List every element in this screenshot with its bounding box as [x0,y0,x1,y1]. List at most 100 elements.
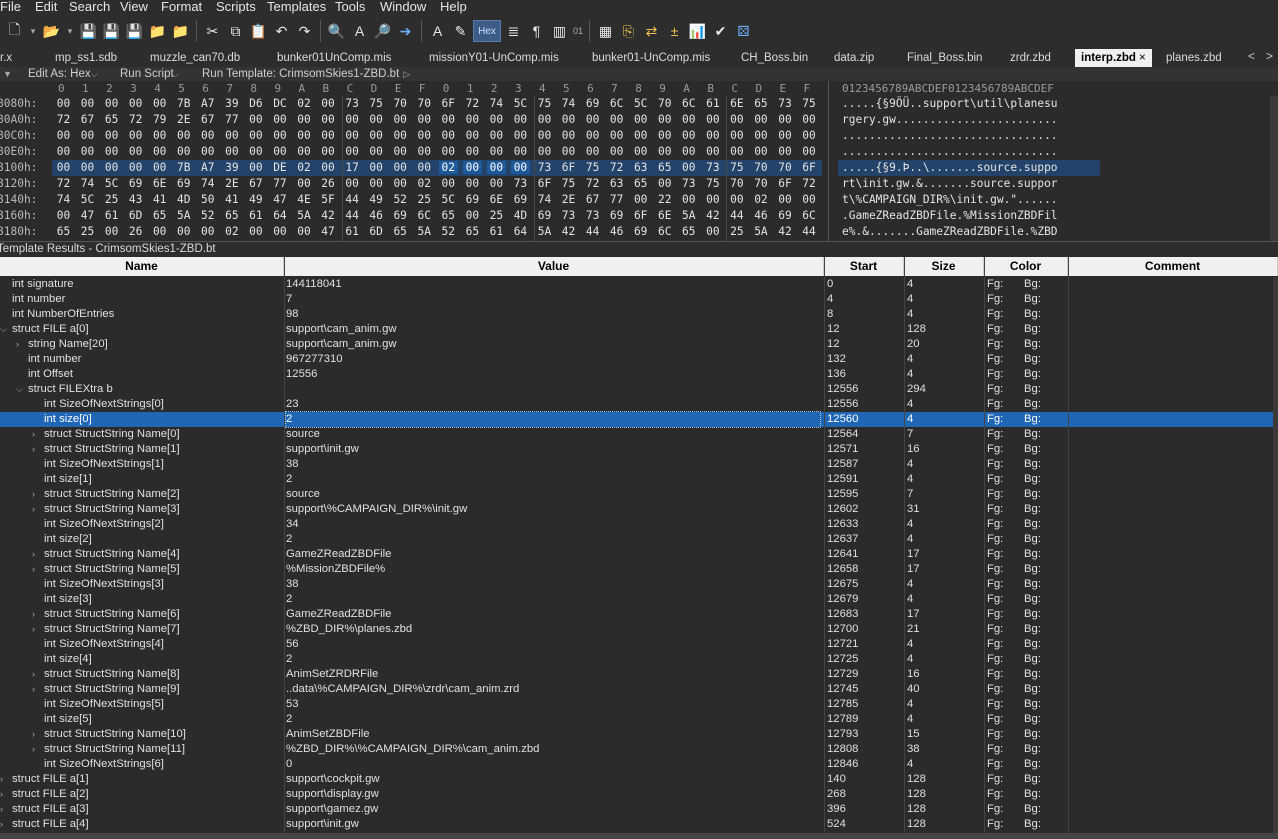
hex-byte[interactable]: 00 [727,113,746,126]
hex-byte[interactable]: 52 [439,225,458,238]
tab-item[interactable]: CH_Boss.bin [741,49,808,67]
hex-byte[interactable]: 00 [679,113,698,126]
hex-byte[interactable]: 00 [54,129,73,142]
workspace-icon[interactable]: 📁 [170,20,191,42]
hex-byte[interactable]: 25 [415,193,434,206]
hex-byte[interactable]: 00 [319,113,338,126]
hex-byte[interactable]: 61 [703,97,722,110]
hex-byte[interactable]: 00 [631,193,650,206]
hex-byte[interactable]: 73 [703,161,722,174]
edit-as-button[interactable]: Edit As: Hex [28,68,91,80]
hex-byte[interactable]: 47 [270,193,289,206]
hex-byte[interactable]: 00 [78,145,97,158]
hex-byte[interactable]: 00 [703,225,722,238]
template-icon[interactable]: ✔ [710,20,731,42]
hex-byte[interactable]: 00 [222,145,241,158]
hex-byte[interactable]: 4D [511,209,530,222]
hex-byte[interactable]: 00 [367,161,386,174]
hex-byte[interactable]: 00 [535,113,554,126]
swap-icon[interactable]: ⇄ [641,20,662,42]
hex-byte[interactable]: 00 [655,129,674,142]
hex-byte[interactable]: 73 [535,161,554,174]
table-row[interactable]: › struct StructString Name[0] source 12564 7… [0,427,1278,442]
hex-byte[interactable]: 65 [631,177,650,190]
chevron-right-icon[interactable]: › [32,442,42,457]
hex-byte[interactable]: 02 [438,161,458,174]
tab-item[interactable]: missionY01-UnComp.mis [429,49,559,67]
hex-byte[interactable]: 25 [487,209,506,222]
hex-byte[interactable]: 5A [415,225,434,238]
hex-byte[interactable]: 6F [535,177,554,190]
hex-byte[interactable]: 00 [319,161,338,174]
hex-byte[interactable]: 79 [150,113,169,126]
hex-byte[interactable]: 00 [391,161,410,174]
hex-byte[interactable]: 00 [295,177,314,190]
hex-byte[interactable]: 02 [415,177,434,190]
hex-byte[interactable]: 70 [727,177,746,190]
hex-byte[interactable]: 64 [270,209,289,222]
table-row[interactable]: int size[1] 2 12591 4 Fg: Bg: [0,472,1278,487]
hex-byte[interactable]: 00 [487,129,506,142]
menu-scripts[interactable]: Scripts [216,0,264,14]
hex-byte[interactable]: 73 [679,177,698,190]
hex-byte[interactable]: 6C [679,97,698,110]
hex-row[interactable]: 8140h: 74 5C 25 43 41 4D 50 41 49 47 4E 5F 44 49 52 25 5C… [0,192,1278,208]
hex-byte[interactable]: 69 [391,209,410,222]
redo-icon[interactable]: ↷ [294,20,315,42]
hex-byte[interactable]: D6 [246,97,265,110]
chevron-right-icon[interactable]: › [32,607,42,622]
hex-byte[interactable]: 00 [198,129,217,142]
hex-byte[interactable]: 5C [631,97,650,110]
paste-icon[interactable]: 📋 [248,20,269,42]
hex-byte[interactable]: 00 [462,161,482,174]
hex-byte[interactable]: 67 [583,193,602,206]
word-wrap-icon[interactable]: ≣ [503,20,524,42]
hex-byte[interactable]: 00 [150,161,169,174]
hex-byte[interactable]: 2E [222,177,241,190]
hex-byte[interactable]: 5A [295,209,314,222]
chevron-right-icon[interactable]: › [32,727,42,742]
template-results-table[interactable]: int signature 144118041 0 4 Fg: Bg: int number… [0,277,1278,833]
table-row[interactable]: int SizeOfNextStrings[6] 0 12846 4 Fg: Bg: [0,757,1278,772]
chevron-right-icon[interactable]: › [32,622,42,637]
hex-byte[interactable]: 00 [367,129,386,142]
hex-byte[interactable]: 6E [487,193,506,206]
hex-byte[interactable]: 00 [174,129,193,142]
hex-byte[interactable]: 00 [800,129,819,142]
menu-view[interactable]: View [120,0,156,14]
hex-byte[interactable]: 00 [679,193,698,206]
hex-byte[interactable]: 42 [559,225,578,238]
chevron-right-icon[interactable]: › [32,562,42,577]
hex-byte[interactable]: 5A [751,225,770,238]
open-dropdown-icon[interactable]: ▾ [64,20,76,42]
chevron-right-icon[interactable]: › [0,772,10,787]
hex-byte[interactable]: 61 [102,209,121,222]
hex-byte[interactable]: 44 [727,209,746,222]
hex-byte[interactable]: 74 [78,177,97,190]
hex-byte[interactable]: 00 [463,177,482,190]
hex-byte[interactable]: 5C [78,193,97,206]
chevron-right-icon[interactable]: › [0,787,10,802]
hex-byte[interactable]: 00 [54,161,73,174]
table-row[interactable]: ⌵ struct FILE a[0] support\cam_anim.gw 12 12… [0,322,1278,337]
hex-byte[interactable]: 00 [126,97,145,110]
hex-byte[interactable]: 00 [703,145,722,158]
hex-byte[interactable]: 72 [126,113,145,126]
hex-byte[interactable]: 00 [367,113,386,126]
table-row[interactable]: › string Name[20] support\cam_anim.gw 12 20 F… [0,337,1278,352]
chevron-right-icon[interactable]: › [32,547,42,562]
run-script-button[interactable]: Run Script [120,68,174,80]
hex-byte[interactable]: 69 [607,209,626,222]
hex-byte[interactable]: 00 [295,225,314,238]
hex-byte[interactable]: 00 [511,113,530,126]
hex-byte[interactable]: 61 [487,225,506,238]
table-row[interactable]: › struct StructString Name[8] AnimSetZRDRF… [0,667,1278,682]
find-icon[interactable]: 🔍 [326,20,347,42]
tab-scroll-right-icon[interactable]: > [1266,49,1273,63]
table-row[interactable]: int signature 144118041 0 4 Fg: Bg: [0,277,1278,292]
hex-byte[interactable]: 65 [54,225,73,238]
font-icon[interactable]: A [427,20,448,42]
hex-byte[interactable]: 00 [319,145,338,158]
tab-item[interactable]: bunker01-UnComp.mis [592,49,710,67]
hex-byte[interactable]: 70 [655,97,674,110]
